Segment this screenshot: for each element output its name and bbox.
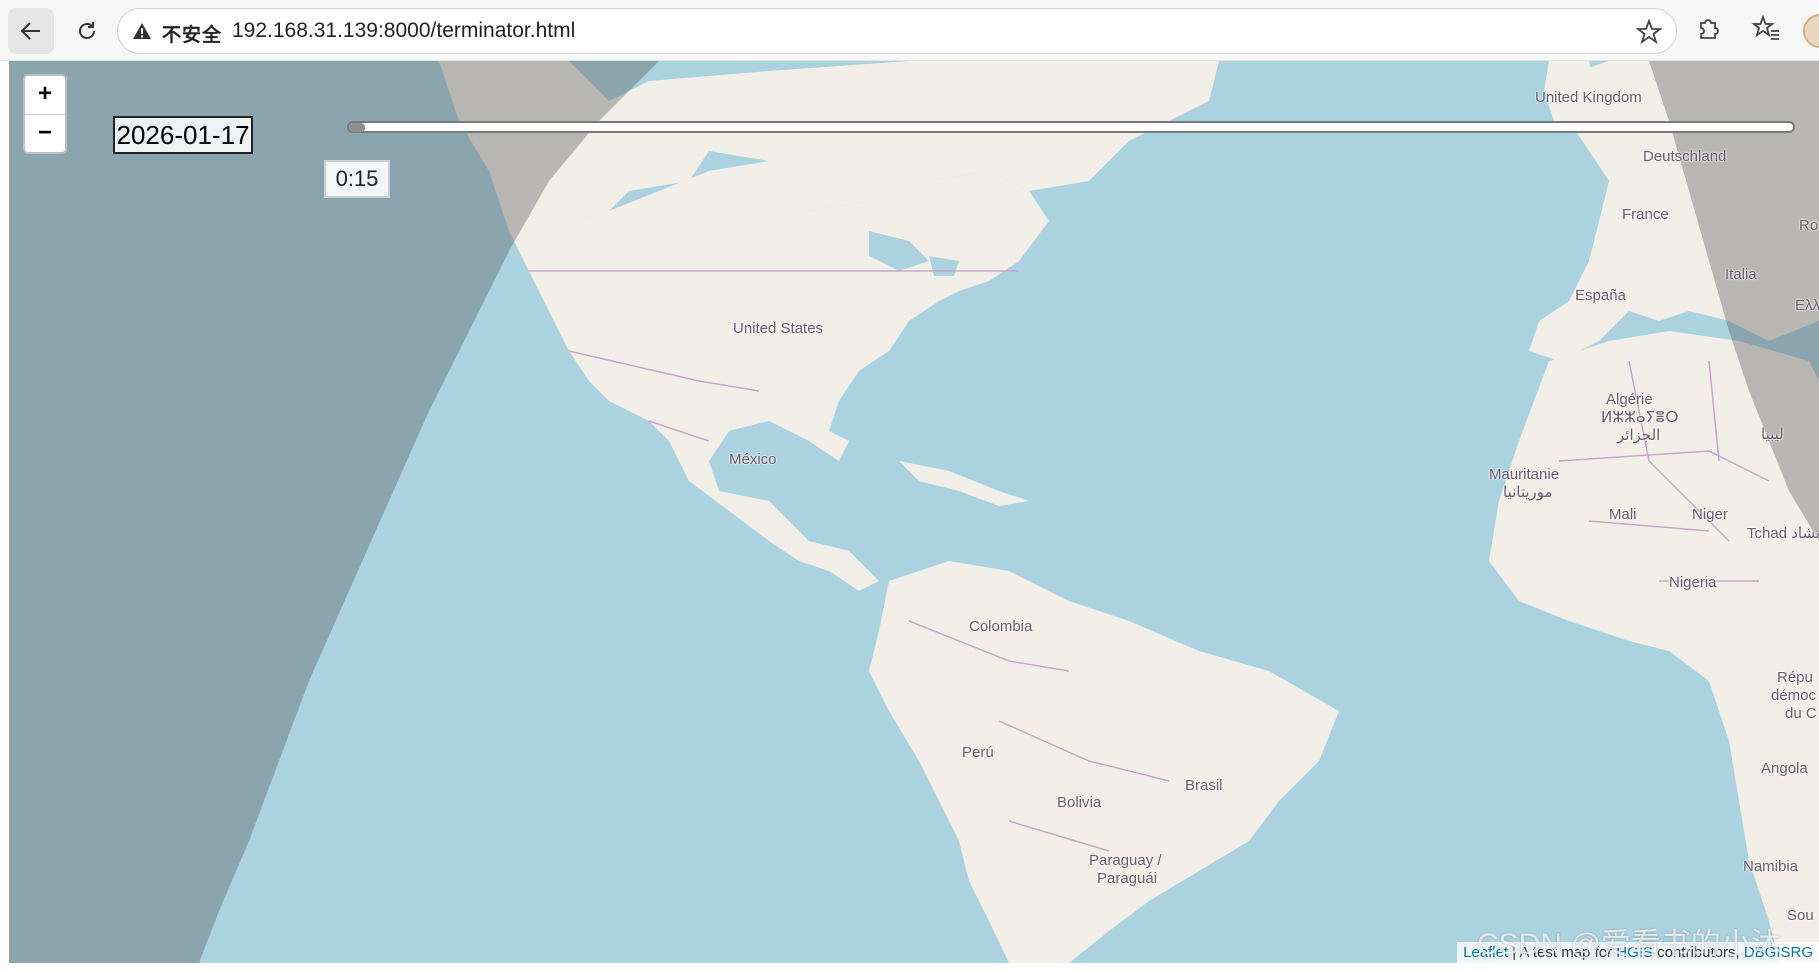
label-mexico: México — [729, 451, 777, 468]
date-input[interactable]: 2026-01-17 — [113, 116, 253, 154]
label-paraguay: Paraguay / — [1089, 852, 1162, 869]
label-rdc-2: démoc — [1771, 687, 1817, 704]
url-text[interactable]: 192.168.31.139:8000/terminator.html — [232, 19, 575, 43]
label-italia: Italia — [1725, 266, 1757, 283]
time-slider-track[interactable] — [347, 121, 1795, 133]
label-mali: Mali — [1609, 506, 1637, 523]
time-readout: 0:15 — [324, 160, 390, 198]
label-tchad: Tchad تشاد — [1747, 525, 1819, 542]
label-ellada: Ελλ — [1795, 297, 1819, 314]
label-namibia: Namibia — [1743, 858, 1799, 875]
address-bar[interactable]: 不安全 192.168.31.139:8000/terminator.html — [117, 8, 1677, 54]
label-angola: Angola — [1761, 760, 1808, 777]
label-mauritanie-arabic: موريتانيا — [1503, 484, 1553, 501]
zoom-out-button[interactable]: − — [25, 115, 65, 153]
reload-button[interactable] — [64, 8, 110, 54]
label-rdc-1: Répu — [1777, 669, 1813, 686]
label-bolivia: Bolivia — [1057, 794, 1102, 811]
warning-icon — [133, 23, 151, 39]
label-espana: España — [1575, 287, 1626, 304]
security-label: 不安全 — [162, 25, 223, 46]
label-nigeria: Nigeria — [1669, 574, 1717, 591]
label-deutschland: Deutschland — [1643, 148, 1727, 165]
arrow-left-icon — [20, 22, 40, 40]
label-algerie-arabic: الجزائر — [1617, 427, 1661, 444]
leaflet-map[interactable]: United Kingdom Deutschland France España… — [9, 61, 1819, 963]
bookmark-star-icon[interactable] — [1636, 19, 1662, 45]
label-france: France — [1622, 206, 1669, 223]
extensions-icon[interactable] — [1693, 14, 1723, 44]
label-algerie-tifinagh: ⵍⵣⵣⴰⵢⴻⵔ — [1601, 409, 1679, 426]
label-peru: Perú — [962, 744, 994, 761]
profile-avatar[interactable] — [1803, 14, 1819, 48]
label-united-states: United States — [733, 320, 824, 337]
label-south-africa: Sou — [1787, 907, 1814, 924]
label-united-kingdom: United Kingdom — [1535, 89, 1642, 106]
zoom-in-button[interactable]: + — [25, 76, 65, 115]
label-mauritanie: Mauritanie — [1489, 466, 1560, 483]
label-niger: Niger — [1692, 506, 1728, 523]
label-rdc-3: du C — [1785, 705, 1817, 722]
reload-icon — [79, 22, 95, 39]
map-base-layer — [9, 61, 1819, 963]
time-slider-thumb[interactable] — [349, 123, 365, 132]
label-romania: Ro — [1799, 217, 1819, 234]
label-paraguai: Paraguái — [1097, 870, 1158, 887]
label-algerie: Algérie — [1606, 391, 1653, 408]
label-brasil: Brasil — [1185, 777, 1223, 794]
watermark: CSDN @爱看书的小沐 — [1477, 928, 1781, 961]
favorites-icon[interactable] — [1751, 14, 1781, 44]
browser-toolbar: 不安全 192.168.31.139:8000/terminator.html — [0, 0, 1819, 61]
zoom-control: + − — [23, 74, 67, 154]
label-libya: ليبيا — [1761, 426, 1784, 443]
back-button[interactable] — [8, 8, 54, 54]
label-colombia: Colombia — [969, 618, 1033, 635]
